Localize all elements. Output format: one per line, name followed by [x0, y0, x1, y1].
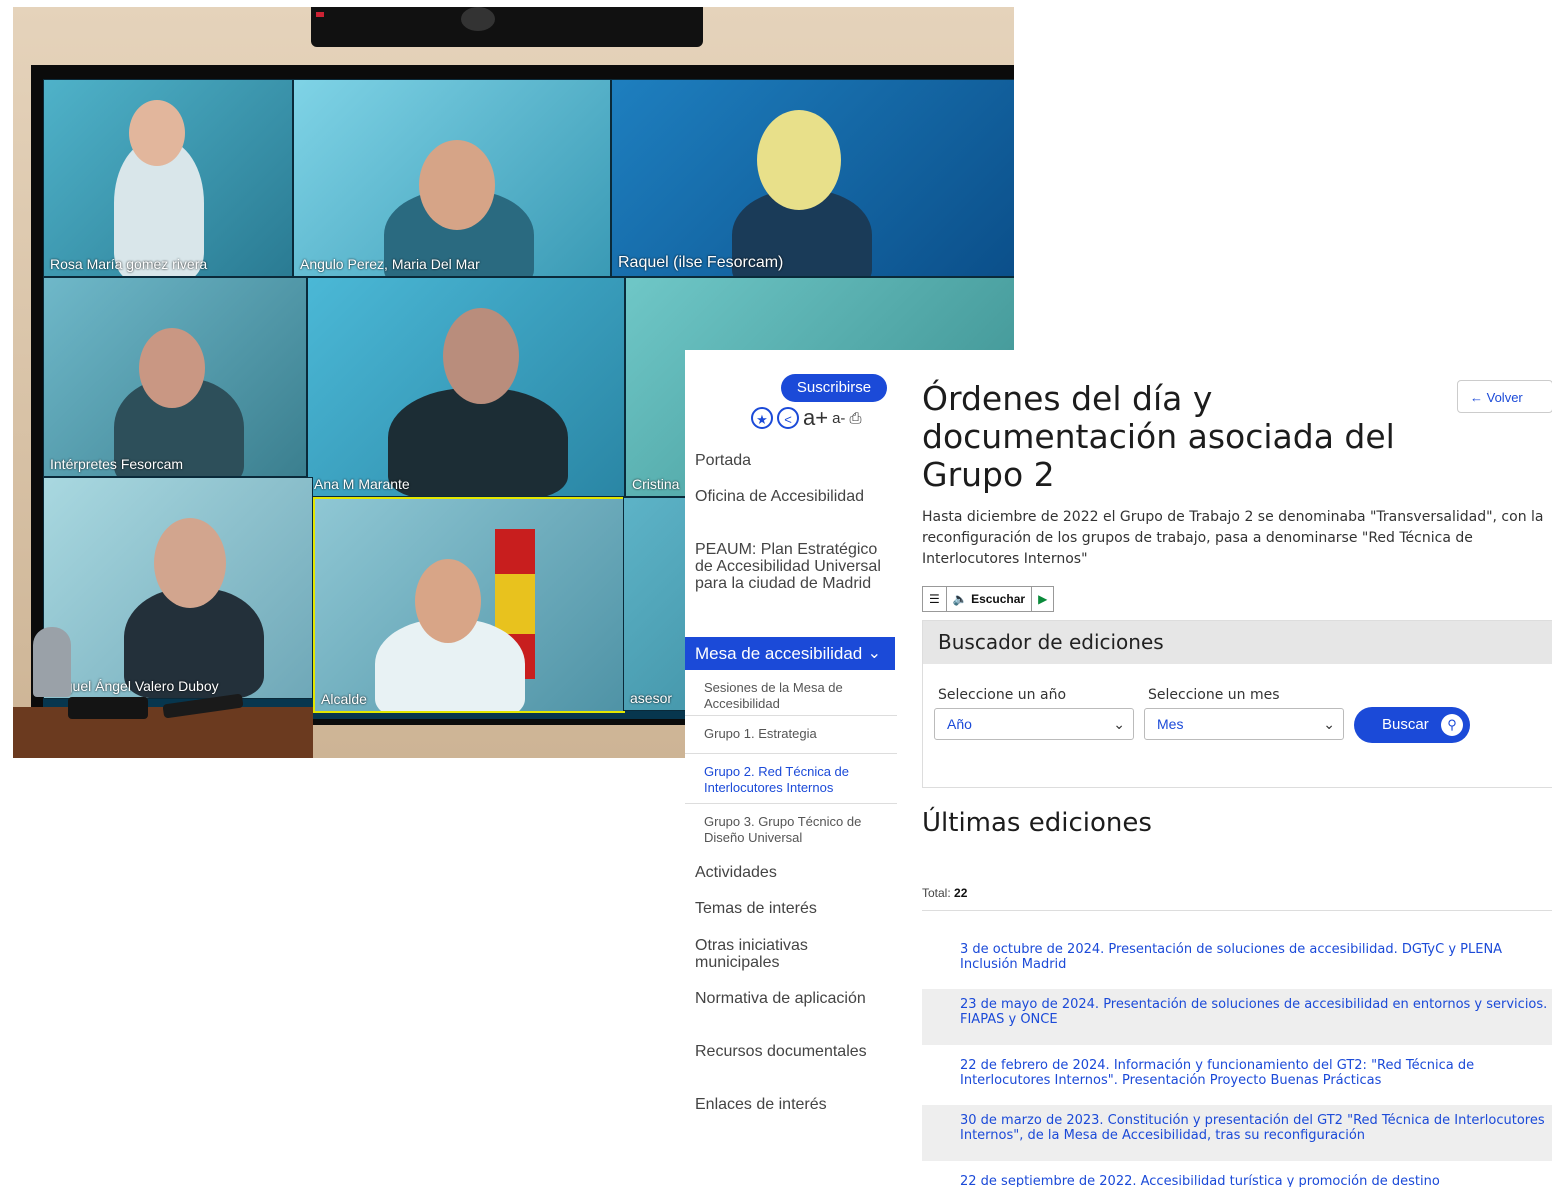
soundbar — [311, 7, 703, 47]
listen-label: Escuchar — [971, 592, 1026, 606]
share-icon[interactable]: < — [777, 407, 799, 429]
participant-name: Cristina — [632, 476, 680, 492]
nav-normativa[interactable]: Normativa de aplicación — [695, 990, 890, 1007]
edition-link[interactable]: 30 de marzo de 2023. Constitución y pres… — [922, 1105, 1552, 1161]
page-tools: ★ < a+ a- ⎙ — [751, 404, 861, 432]
font-decrease-button[interactable]: a- — [832, 410, 845, 427]
year-select[interactable]: Año ⌄ — [934, 708, 1134, 740]
subnav-sesiones[interactable]: Sesiones de la Mesa de Accesibilidad — [685, 676, 897, 716]
participant-name: Intérpretes Fesorcam — [50, 456, 184, 472]
month-select[interactable]: Mes ⌄ — [1144, 708, 1344, 740]
edition-link[interactable]: 3 de octubre de 2024. Presentación de so… — [922, 934, 1552, 980]
audio-player: ☰ 🔈 Escuchar ▶ — [922, 586, 1055, 612]
main-content: Órdenes del día y documentación asociada… — [922, 350, 1552, 1187]
participant-tile: Raquel (ilse Fesorcam) — [611, 79, 1014, 277]
divider — [922, 910, 1552, 911]
conference-camera — [33, 627, 71, 697]
search-panel: Buscador de ediciones Seleccione un año … — [922, 620, 1552, 788]
total-label: Total: — [922, 886, 951, 900]
participant-name: Angulo Perez, Maria Del Mar — [300, 256, 480, 272]
participant-name: asesor — [630, 690, 673, 706]
edition-link[interactable]: 23 de mayo de 2024. Presentación de solu… — [922, 989, 1552, 1045]
nav-otras-iniciativas[interactable]: Otras iniciativas municipales — [695, 937, 890, 971]
favorite-icon[interactable]: ★ — [751, 407, 773, 429]
back-label: Volver — [1486, 390, 1523, 405]
nav-oficina[interactable]: Oficina de Accesibilidad — [695, 488, 890, 505]
search-icon: ⚲ — [1441, 714, 1463, 736]
intro-text: Hasta diciembre de 2022 el Grupo de Trab… — [922, 509, 1544, 567]
participant-tile: Angulo Perez, Maria Del Mar — [293, 79, 611, 277]
year-value: Año — [947, 716, 972, 732]
listen-button[interactable]: 🔈 Escuchar — [947, 587, 1033, 611]
speaker-icon: 🔈 — [952, 592, 968, 606]
page-title: Órdenes del día y documentación asociada… — [922, 379, 1395, 494]
participant-name: Miguel Ángel Valero Duboy — [50, 678, 219, 694]
participant-tile: Ana M Marante — [307, 277, 625, 497]
nav-portada[interactable]: Portada — [695, 452, 890, 469]
search-heading: Buscador de ediciones — [923, 621, 1552, 664]
subnav-grupo-3[interactable]: Grupo 3. Grupo Técnico de Diseño Univers… — [685, 810, 897, 850]
font-increase-button[interactable]: a+ — [803, 405, 828, 431]
edition-link[interactable]: 22 de septiembre de 2022. Accesibilidad … — [922, 1166, 1552, 1187]
latest-editions-title: Últimas ediciones — [922, 808, 1152, 838]
nav-mesa-accesibilidad[interactable]: Mesa de accesibilidad ⌄ — [685, 637, 895, 670]
nav-actividades[interactable]: Actividades — [695, 864, 890, 881]
month-label: Seleccione un mes — [1148, 687, 1280, 703]
total-value: 22 — [954, 886, 968, 900]
sidebar: Suscribirse ★ < a+ a- ⎙ Portada Oficina … — [685, 350, 897, 1187]
nav-mesa-label: Mesa de accesibilidad — [695, 644, 863, 663]
subnav-grupo-2[interactable]: Grupo 2. Red Técnica de Interlocutores I… — [685, 760, 897, 804]
subnav-grupo-1[interactable]: Grupo 1. Estrategia — [685, 722, 897, 754]
edition-link[interactable]: 22 de febrero de 2024. Información y fun… — [922, 1050, 1552, 1096]
nav-peaum[interactable]: PEAUM: Plan Estratégico de Accesibilidad… — [695, 541, 890, 592]
participant-name: Raquel (ilse Fesorcam) — [618, 254, 784, 271]
month-value: Mes — [1157, 716, 1184, 732]
search-button[interactable]: Buscar ⚲ — [1354, 707, 1470, 743]
chevron-down-icon: ⌄ — [1113, 716, 1125, 732]
arrow-left-icon: ← — [1470, 390, 1483, 405]
chevron-down-icon: ⌄ — [1323, 716, 1335, 732]
participant-name: Rosa María gomez rivera — [50, 256, 208, 272]
year-label: Seleccione un año — [938, 687, 1067, 703]
search-button-label: Buscar — [1382, 716, 1429, 733]
subscribe-button[interactable]: Suscribirse — [781, 374, 887, 402]
menu-icon[interactable]: ☰ — [923, 587, 947, 611]
total-count: Total: 22 — [922, 886, 967, 900]
media-box — [68, 697, 148, 719]
participant-name: Ana M Marante — [314, 476, 410, 492]
nav-recursos[interactable]: Recursos documentales — [695, 1043, 890, 1060]
nav-temas[interactable]: Temas de interés — [695, 900, 890, 917]
nav-enlaces[interactable]: Enlaces de interés — [695, 1096, 890, 1113]
chevron-down-icon: ⌄ — [867, 645, 881, 662]
participant-tile-active-speaker: Alcalde — [313, 497, 625, 713]
back-button[interactable]: ← Volver — [1457, 380, 1552, 413]
participant-tile: Rosa María gomez rivera — [43, 79, 293, 277]
web-page: Suscribirse ★ < a+ a- ⎙ Portada Oficina … — [685, 350, 1552, 1187]
participant-tile: Intérpretes Fesorcam — [43, 277, 307, 477]
print-icon[interactable]: ⎙ — [849, 410, 861, 427]
participant-tile: Miguel Ángel Valero Duboy — [43, 477, 313, 699]
participant-name: Alcalde — [321, 691, 367, 707]
play-icon[interactable]: ▶ — [1032, 587, 1053, 611]
